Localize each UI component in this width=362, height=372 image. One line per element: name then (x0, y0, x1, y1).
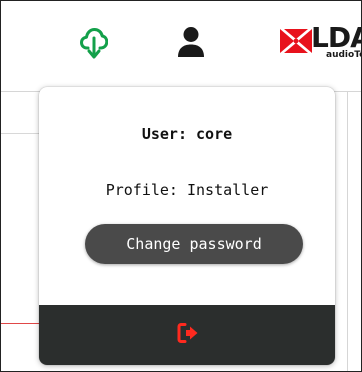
user-name-text: User: core (141, 125, 233, 143)
lda-logo: LDA audioTech (280, 21, 361, 63)
cloud-upload-icon[interactable] (80, 26, 108, 60)
background-column-divider (347, 91, 348, 371)
background-divider (1, 133, 39, 134)
profile-text: Profile: Installer (105, 181, 269, 199)
logout-button[interactable] (39, 305, 335, 365)
change-password-button[interactable]: Change password (85, 224, 303, 264)
logo-subtext: audioTech (326, 50, 361, 60)
logout-icon (177, 323, 198, 343)
logo-text: LDA (311, 21, 361, 54)
top-header: LDA audioTech (1, 1, 361, 91)
lda-logo-mark (280, 29, 312, 53)
user-icon[interactable] (177, 26, 205, 58)
user-menu-popover: User: core Profile: Installer Change pas… (39, 87, 335, 365)
app-window: LDA audioTech User: core Profile: Instal… (0, 0, 362, 372)
background-red-line (1, 323, 39, 324)
